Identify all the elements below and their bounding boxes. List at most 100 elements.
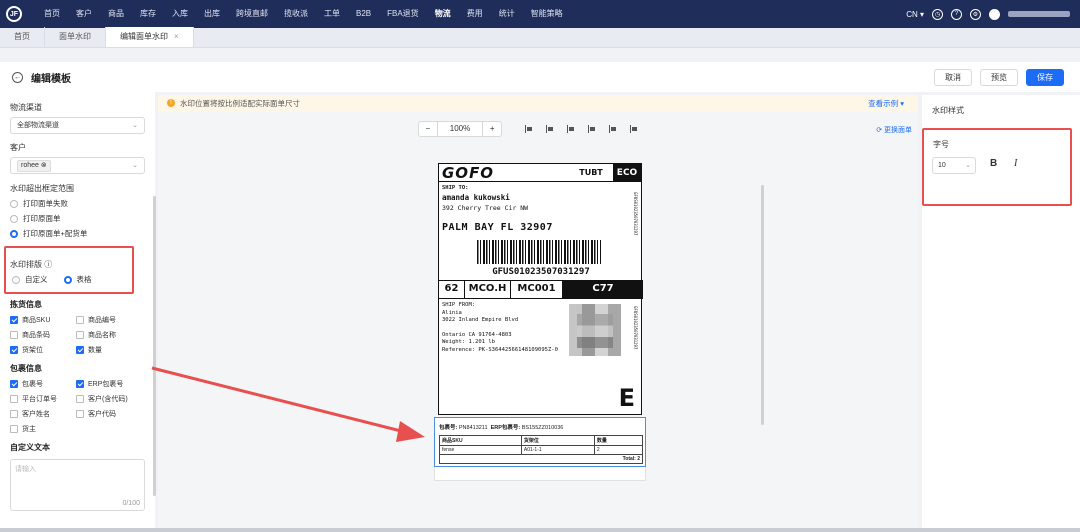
checkbox[interactable] [10,425,18,433]
custom-text-title: 自定义文本 [10,443,50,452]
checkbox[interactable] [76,380,84,388]
checkbox-item[interactable]: 商品条码 [10,330,76,340]
ship-from-title: SHIP FROM: [442,302,476,308]
back-arrow-icon[interactable]: ← [12,71,23,83]
checkbox[interactable] [76,395,84,403]
nav-item[interactable]: 入库 [164,0,196,28]
radio-button[interactable] [10,199,18,208]
align-center-icon[interactable] [545,124,555,134]
notice-bar: ! 水印位置将按比例适配实际面单尺寸 查看示例 ▾ [158,95,918,112]
checkbox-item[interactable]: 客户(含代码) [76,394,142,404]
recipient-name: amanda kukowski [442,193,510,202]
overflow-option[interactable]: 打印原面单 [10,213,145,224]
checkbox-item[interactable]: 客户代码 [76,409,142,419]
canvas-scrollbar[interactable] [761,185,764,425]
zoom-in-button[interactable]: + [483,122,501,136]
align-right-icon[interactable] [566,124,576,134]
nav-item[interactable]: 物流 [427,0,459,28]
tab-home[interactable]: 首页 [0,27,45,47]
checkbox[interactable] [76,346,84,354]
sort-code-4: C77 [563,281,643,298]
clock-icon[interactable]: ◷ [932,8,943,20]
tag-close-icon[interactable]: ⊗ [41,162,47,169]
nav-item[interactable]: 费用 [459,0,491,28]
checkbox[interactable] [76,410,84,418]
logo-mark: JF [6,6,22,22]
checkbox[interactable] [10,380,18,388]
align-left-icon[interactable] [524,124,534,134]
nav-item[interactable]: 工单 [316,0,348,28]
char-count: 0/100 [122,500,140,507]
radio-button[interactable] [10,214,18,223]
custom-text-input[interactable]: 请输入 0/100 [10,459,145,511]
preview-button[interactable]: 预览 [980,69,1018,86]
service-tier: ECO [613,163,641,182]
nav-item[interactable]: 客户 [68,0,100,28]
checkbox-item[interactable]: 商品编号 [76,315,142,325]
radio-button[interactable] [10,229,18,238]
align-top-icon[interactable] [587,124,597,134]
checkbox-item[interactable]: 货主 [10,424,76,434]
qr-code-pixelation [577,314,613,348]
checkbox[interactable] [10,395,18,403]
language-switch[interactable]: CN ▾ [906,10,924,19]
checkbox-item[interactable]: 客户姓名 [10,409,76,419]
nav-item[interactable]: 库存 [132,0,164,28]
page-title: 编辑模板 [31,73,71,85]
checkbox-item[interactable]: 货架位 [10,345,76,355]
recipient-city: PALM BAY FL 32907 [442,222,553,233]
settings-icon[interactable]: ⚙ [970,8,981,20]
app-logo[interactable]: JF [0,0,28,28]
tab-watermark[interactable]: 面单水印 [45,27,106,47]
help-icon[interactable]: ? [951,8,962,20]
watermark-overflow-area [434,467,646,481]
checkbox-item[interactable]: 平台订单号 [10,394,76,404]
service-code: TUBT [579,168,603,177]
nav-item[interactable]: 出库 [196,0,228,28]
nav-item[interactable]: 商品 [100,0,132,28]
canvas-area: ! 水印位置将按比例适配实际面单尺寸 查看示例 ▾ − 100% + ⟳ 更换面… [158,95,918,528]
watermark-block[interactable]: 包裹号: PN8413211 ERP包裹号: BS155ZZ010036 商品S… [434,417,646,467]
checkbox[interactable] [10,346,18,354]
align-middle-icon[interactable] [608,124,618,134]
checkbox-item[interactable]: 商品名称 [76,330,142,340]
checkbox[interactable] [10,316,18,324]
nav-item[interactable]: 统计 [491,0,523,28]
nav-item[interactable]: B2B [348,0,379,28]
highlight-box-layout [4,246,134,294]
checkbox-item[interactable]: ERP包裹号 [76,379,142,389]
checkbox-item[interactable]: 商品SKU [10,315,76,325]
avatar[interactable] [989,8,1000,20]
overflow-option[interactable]: 打印原面单+配货单 [10,228,145,239]
checkbox[interactable] [76,331,84,339]
username-redacted [1008,11,1070,17]
nav-item[interactable]: 智能策略 [523,0,571,28]
top-nav: JF 首页 客户 商品 库存 入库 出库 跨境直邮 揽收派 工单 B2B FBA退货 物流 费用 统计 智能… [0,0,1080,28]
sort-code-3: MC001 [511,281,563,298]
nav-item[interactable]: FBA退货 [379,0,427,28]
nav-item[interactable]: 揽收派 [276,0,316,28]
tab-edit-watermark[interactable]: 编辑面单水印 × [106,27,194,47]
overflow-option[interactable]: 打印面单失败 [10,198,145,209]
cancel-button[interactable]: 取消 [934,69,972,86]
replace-label-button[interactable]: ⟳ 更换面单 [876,125,912,135]
carrier-brand: GOFO [442,163,495,182]
nav-item[interactable]: 首页 [36,0,68,28]
align-bottom-icon[interactable] [629,124,639,134]
checkbox[interactable] [10,331,18,339]
tab-close-icon[interactable]: × [174,32,179,41]
checkbox[interactable] [76,316,84,324]
customer-select[interactable]: rohee ⊗ ⌄ [10,157,145,174]
checkbox-item[interactable]: 包裹号 [10,379,76,389]
zoom-out-button[interactable]: − [419,122,437,136]
checkbox-item[interactable]: 数量 [76,345,142,355]
save-button[interactable]: 保存 [1026,69,1064,86]
nav-item[interactable]: 跨境直邮 [228,0,276,28]
sort-codes: 62 MCO.H MC001 C77 [439,280,643,299]
view-example-link[interactable]: 查看示例 ▾ [868,95,904,112]
checkbox[interactable] [10,410,18,418]
left-scrollbar[interactable] [153,196,156,496]
overflow-label: 水印超出框定范围 [10,184,74,193]
channel-select[interactable]: 全部物流渠道 ⌄ [10,117,145,134]
warning-icon: ! [167,99,175,107]
